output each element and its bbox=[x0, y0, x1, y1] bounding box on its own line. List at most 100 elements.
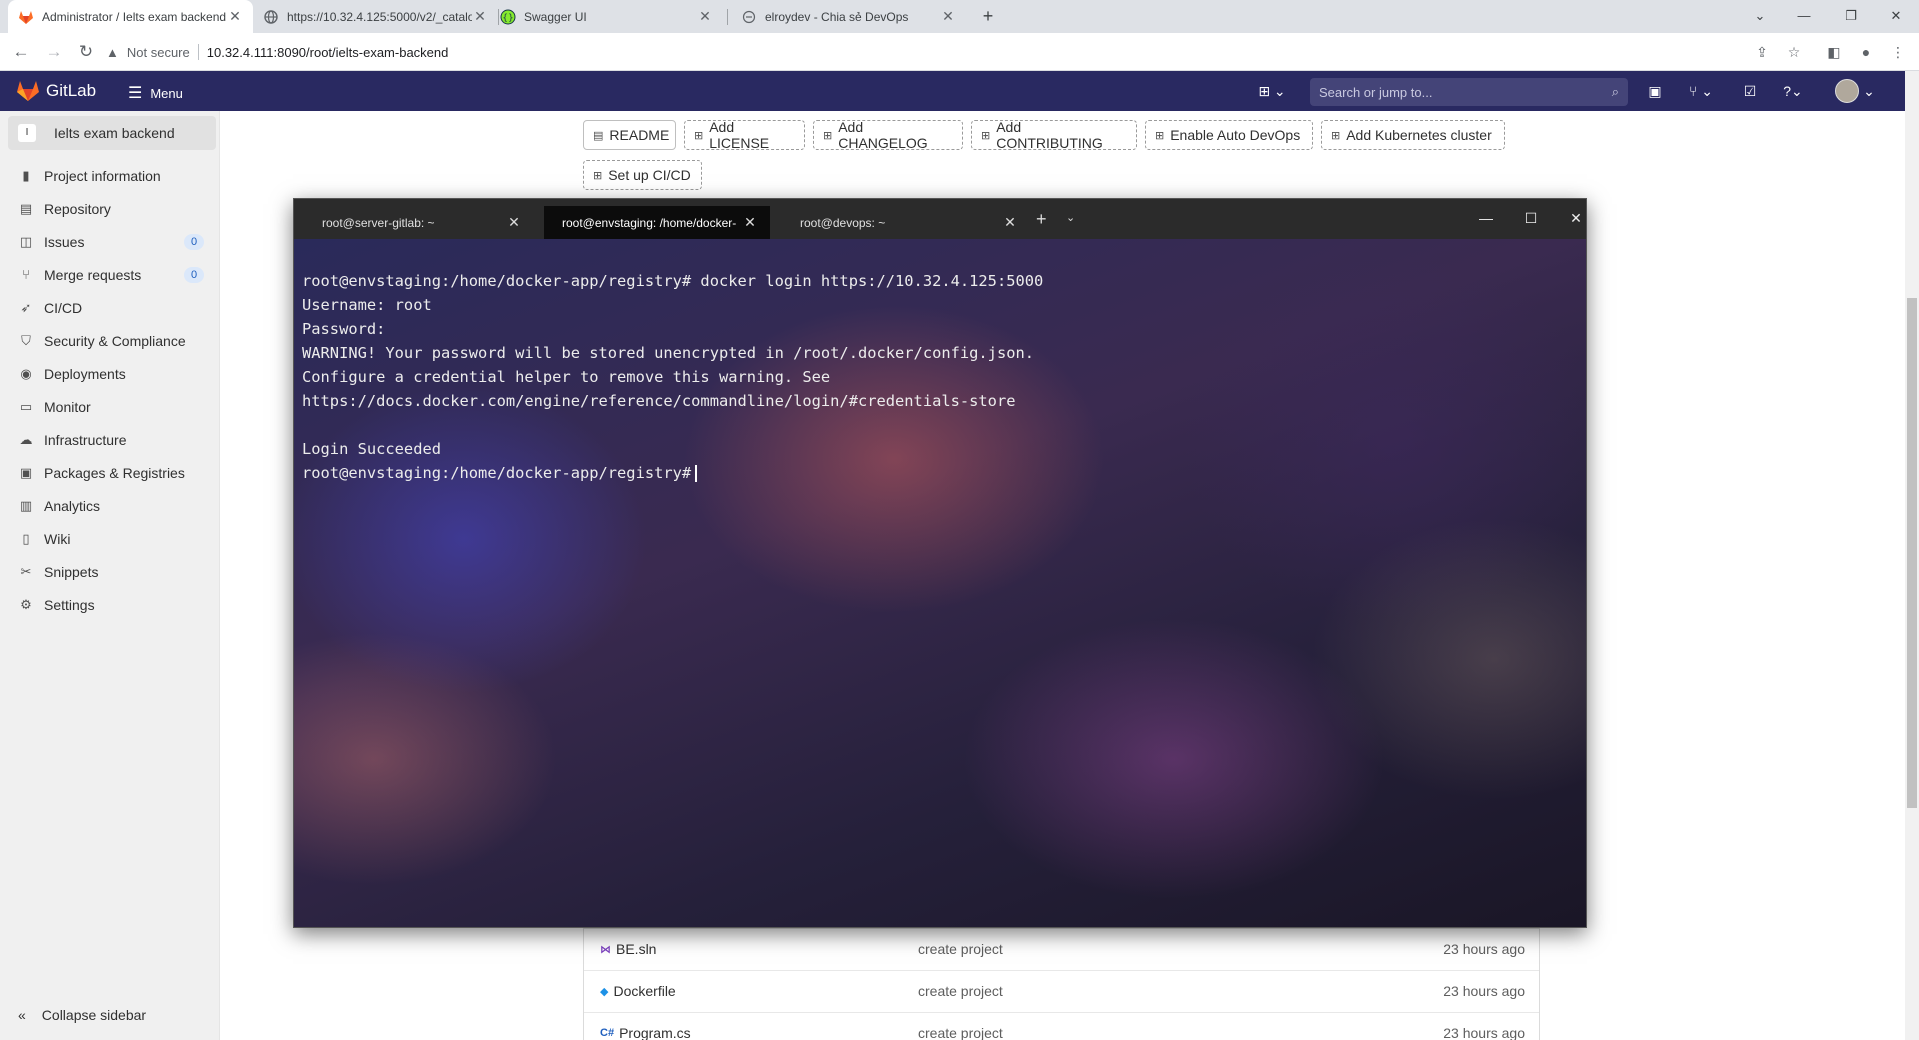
browser-tab-gitlab[interactable]: Administrator / Ielts exam backend ✕ bbox=[8, 0, 253, 33]
scrollbar-thumb[interactable] bbox=[1907, 298, 1917, 808]
sidebar-item-project-information[interactable]: ▮ Project information bbox=[0, 159, 220, 192]
minimize-icon[interactable]: — bbox=[1471, 207, 1501, 229]
enable-auto-devops-button[interactable]: ⊞ Enable Auto DevOps bbox=[1145, 120, 1313, 150]
browser-tab-title: https://10.32.4.125:5000/v2/_catalog bbox=[287, 9, 472, 24]
sidebar-project[interactable]: I Ielts exam backend bbox=[8, 116, 216, 150]
issues-icon[interactable]: ▣ bbox=[1645, 81, 1665, 101]
reload-icon[interactable]: ↻ bbox=[75, 41, 97, 63]
scissors-icon: ✂ bbox=[20, 563, 32, 579]
gitlab-header: GitLab ☰ Menu ⊞ ⌄ Search or jump to... ⌕… bbox=[0, 71, 1905, 111]
sidebar-item-wiki[interactable]: ▯ Wiki bbox=[0, 522, 220, 555]
search-input[interactable]: Search or jump to... ⌕ bbox=[1310, 78, 1628, 106]
add-license-button[interactable]: ⊞ Add LICENSE bbox=[684, 119, 805, 151]
side-panel-icon[interactable]: ◧ bbox=[1824, 42, 1844, 62]
page-scrollbar[interactable] bbox=[1905, 71, 1919, 1040]
bookmark-star-icon[interactable]: ☆ bbox=[1784, 42, 1804, 62]
close-icon[interactable]: ✕ bbox=[506, 214, 522, 231]
button-label: Add Kubernetes cluster bbox=[1346, 127, 1492, 143]
button-label: Add LICENSE bbox=[709, 119, 770, 151]
setup-cicd-button[interactable]: ⊞ Set up CI/CD bbox=[583, 160, 702, 190]
table-row[interactable]: ⋈ BE.sln create project 23 hours ago bbox=[584, 929, 1539, 971]
issues-count-badge: 0 bbox=[184, 233, 204, 250]
double-chevron-left-icon: « bbox=[18, 1007, 26, 1023]
sidebar-item-label: Merge requests bbox=[44, 266, 142, 283]
help-icon[interactable]: ?⌄ bbox=[1775, 81, 1811, 101]
back-icon[interactable]: ← bbox=[10, 41, 32, 63]
new-dropdown-icon[interactable]: ⊞ ⌄ bbox=[1255, 81, 1289, 101]
gitlab-logo[interactable]: GitLab bbox=[16, 80, 96, 102]
not-secure-label[interactable]: Not secure bbox=[127, 45, 190, 60]
close-window-icon[interactable]: ✕ bbox=[1883, 4, 1909, 28]
close-icon[interactable]: ✕ bbox=[940, 8, 956, 25]
close-window-icon[interactable]: ✕ bbox=[1561, 207, 1586, 229]
profile-icon[interactable]: ● bbox=[1856, 42, 1876, 62]
restore-icon[interactable]: ❐ bbox=[1838, 4, 1864, 28]
sidebar-item-merge-requests[interactable]: ⑂ Merge requests 0 bbox=[0, 258, 220, 291]
tab-search-icon[interactable]: ⌄ bbox=[1747, 4, 1773, 28]
sidebar-item-deployments[interactable]: ◉ Deployments bbox=[0, 357, 220, 390]
readme-button[interactable]: ▤ README bbox=[583, 120, 676, 150]
terminal-output[interactable]: root@envstaging:/home/docker-app/registr… bbox=[294, 239, 1586, 927]
menu-button[interactable]: ☰ Menu bbox=[128, 83, 183, 103]
add-contributing-button[interactable]: ⊞ Add CONTRIBUTING bbox=[971, 119, 1137, 151]
sidebar-item-cicd[interactable]: ➶ CI/CD bbox=[0, 291, 220, 324]
terminal-line: Username: root bbox=[302, 296, 432, 314]
chevron-down-icon[interactable]: ⌄ bbox=[1066, 211, 1075, 224]
terminal-tab-server-gitlab[interactable]: root@server-gitlab: ~ ✕ bbox=[294, 206, 534, 239]
sidebar-item-analytics[interactable]: ▥ Analytics bbox=[0, 489, 220, 522]
todo-icon[interactable]: ☑ bbox=[1740, 81, 1760, 101]
browser-tab-strip: Administrator / Ielts exam backend ✕ htt… bbox=[0, 0, 1919, 33]
table-row[interactable]: ◆ Dockerfile create project 23 hours ago bbox=[584, 971, 1539, 1013]
table-row[interactable]: C# Program.cs create project 23 hours ago bbox=[584, 1013, 1539, 1040]
sidebar-item-monitor[interactable]: ▭ Monitor bbox=[0, 390, 220, 423]
chevron-down-icon[interactable]: ⌄ bbox=[1863, 81, 1875, 101]
terminal-tab-envstaging[interactable]: root@envstaging: /home/docker- ✕ bbox=[544, 206, 770, 239]
gitlab-icon bbox=[18, 9, 34, 25]
maximize-icon[interactable]: ☐ bbox=[1516, 207, 1546, 229]
close-icon[interactable]: ✕ bbox=[697, 8, 713, 25]
commit-message[interactable]: create project bbox=[918, 1025, 1003, 1040]
add-kubernetes-cluster-button[interactable]: ⊞ Add Kubernetes cluster bbox=[1321, 120, 1505, 150]
new-terminal-tab-button[interactable]: + bbox=[1036, 209, 1047, 230]
warning-icon[interactable]: ▲ bbox=[106, 45, 119, 60]
avatar[interactable] bbox=[1835, 79, 1859, 103]
gitlab-tanuki-icon bbox=[17, 81, 39, 101]
package-icon: ▣ bbox=[19, 464, 33, 480]
forward-icon[interactable]: → bbox=[43, 41, 65, 63]
share-icon[interactable]: ⇪ bbox=[1752, 42, 1772, 62]
sidebar-item-snippets[interactable]: ✂ Snippets bbox=[0, 555, 220, 588]
commit-message[interactable]: create project bbox=[918, 941, 1003, 957]
sidebar-item-issues[interactable]: ◫ Issues 0 bbox=[0, 225, 220, 258]
sidebar-item-infrastructure[interactable]: ☁ Infrastructure bbox=[0, 423, 220, 456]
collapse-sidebar-button[interactable]: « Collapse sidebar bbox=[18, 1007, 146, 1023]
sidebar-item-security[interactable]: ⛉ Security & Compliance bbox=[0, 324, 220, 357]
close-icon[interactable]: ✕ bbox=[227, 8, 243, 25]
browser-tab-swagger[interactable]: {} Swagger UI ✕ bbox=[490, 0, 723, 33]
merge-requests-dropdown-icon[interactable]: ⑂ ⌄ bbox=[1684, 81, 1718, 101]
terminal-line: Configure a credential helper to remove … bbox=[302, 368, 831, 386]
hamburger-icon: ☰ bbox=[128, 85, 143, 102]
url-text[interactable]: 10.32.4.111:8090/root/ielts-exam-backend bbox=[207, 45, 449, 60]
minimize-icon[interactable]: — bbox=[1791, 4, 1817, 28]
sidebar-item-settings[interactable]: ⚙ Settings bbox=[0, 588, 220, 621]
new-tab-button[interactable]: + bbox=[977, 5, 999, 27]
terminal-window[interactable]: root@server-gitlab: ~ ✕ root@envstaging:… bbox=[293, 198, 1587, 928]
project-avatar: I bbox=[18, 124, 36, 142]
browser-tab-elroydev[interactable]: elroydev - Chia sẻ DevOps ✕ bbox=[731, 0, 966, 33]
sidebar-item-repository[interactable]: ▤ Repository bbox=[0, 192, 220, 225]
more-menu-icon[interactable]: ⋮ bbox=[1888, 42, 1908, 62]
terminal-prompt-line[interactable]: root@envstaging:/home/docker-app/registr… bbox=[302, 461, 1043, 485]
terminal-tab-devops[interactable]: root@devops: ~ ✕ bbox=[772, 206, 1030, 239]
add-changelog-button[interactable]: ⊞ Add CHANGELOG bbox=[813, 119, 963, 151]
cloud-icon: ☁ bbox=[19, 431, 33, 447]
close-icon[interactable]: ✕ bbox=[472, 8, 488, 25]
sidebar-item-packages[interactable]: ▣ Packages & Registries bbox=[0, 456, 220, 489]
file-name-link[interactable]: ⋈ BE.sln bbox=[600, 941, 656, 957]
close-icon[interactable]: ✕ bbox=[1002, 214, 1018, 231]
omnibox[interactable]: ▲ Not secure 10.32.4.111:8090/root/ielts… bbox=[106, 37, 1806, 67]
browser-tab-registry[interactable]: https://10.32.4.125:5000/v2/_catalog ✕ bbox=[253, 0, 498, 33]
file-name-link[interactable]: ◆ Dockerfile bbox=[600, 983, 676, 999]
commit-message[interactable]: create project bbox=[918, 983, 1003, 999]
close-icon[interactable]: ✕ bbox=[742, 214, 758, 231]
file-name-link[interactable]: C# Program.cs bbox=[600, 1025, 691, 1040]
